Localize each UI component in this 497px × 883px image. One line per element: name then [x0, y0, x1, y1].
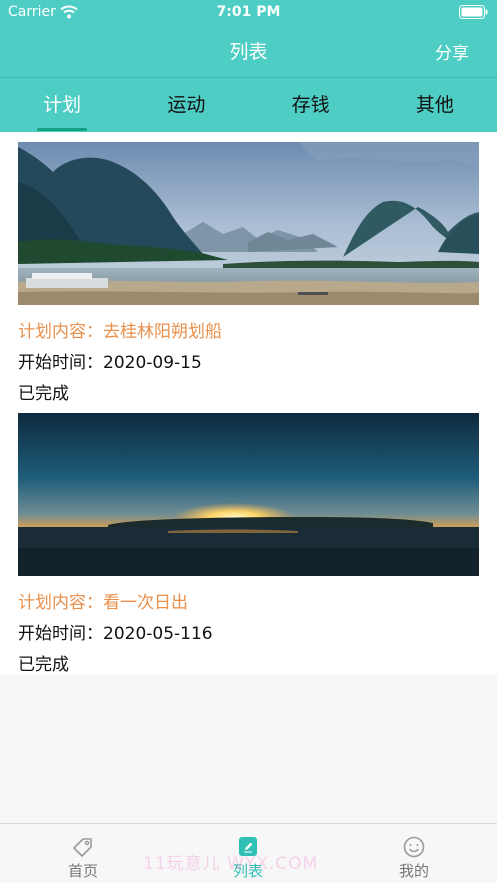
plan-start-label: 开始时间： [18, 624, 103, 644]
plan-start-line: 开始时间：2020-05-116 [18, 619, 213, 644]
plan-status: 已完成 [18, 655, 69, 675]
plan-content-label: 计划内容： [18, 593, 103, 613]
share-button[interactable]: 分享 [435, 39, 469, 64]
plan-status: 已完成 [18, 384, 69, 404]
smile-icon [403, 836, 425, 858]
edit-icon [239, 837, 257, 856]
bottom-tab-label: 首页 [67, 862, 98, 880]
tab-other[interactable]: 其他 [373, 78, 497, 132]
plan-start-value: 2020-05-116 [103, 624, 213, 644]
page-title: 列表 [229, 41, 268, 63]
bottom-tab-profile[interactable]: 我的 [364, 824, 464, 883]
category-tabs: 计划 运动 存钱 其他 [0, 78, 497, 132]
status-bar: Carrier 7:01 PM [0, 0, 497, 26]
plan-list: 计划内容：去桂林阳朔划船 开始时间：2020-09-15 已完成 计划内容：看一… [0, 132, 497, 675]
tab-sport[interactable]: 运动 [124, 78, 248, 132]
plan-content-line: 计划内容：去桂林阳朔划船 [18, 317, 222, 342]
plan-start-value: 2020-09-15 [103, 353, 202, 373]
plan-content-label: 计划内容： [18, 322, 103, 342]
tag-icon [73, 838, 92, 857]
tab-label: 存钱 [291, 94, 330, 116]
bottom-tab-home[interactable]: 首页 [33, 824, 133, 883]
tab-label: 计划 [43, 94, 82, 116]
plan-image-sunrise [18, 413, 479, 576]
status-time: 7:01 PM [216, 4, 281, 20]
tab-label: 其他 [415, 94, 454, 116]
bottom-tab-label: 列表 [232, 862, 263, 880]
plan-content-value: 看一次日出 [103, 593, 188, 613]
bottom-tab-list[interactable]: 列表 [198, 824, 298, 883]
tab-plan[interactable]: 计划 [0, 78, 124, 132]
plan-image-landscape [18, 142, 479, 305]
tab-saving[interactable]: 存钱 [249, 78, 373, 132]
plan-card[interactable]: 计划内容：去桂林阳朔划船 开始时间：2020-09-15 已完成 [18, 142, 479, 404]
battery-icon [459, 5, 488, 19]
bottom-tab-label: 我的 [398, 862, 429, 880]
plan-content-line: 计划内容：看一次日出 [18, 588, 188, 613]
bottom-tab-bar: 首页 列表 我的 [0, 823, 497, 883]
plan-start-line: 开始时间：2020-09-15 [18, 348, 202, 373]
tab-active-indicator [37, 128, 87, 131]
plan-start-label: 开始时间： [18, 353, 103, 373]
plan-card[interactable]: 计划内容：看一次日出 开始时间：2020-05-116 已完成 [18, 413, 479, 675]
nav-header: Carrier 7:01 PM 列表 分享 [0, 0, 497, 77]
tab-label: 运动 [167, 94, 206, 116]
plan-content-value: 去桂林阳朔划船 [103, 322, 222, 342]
